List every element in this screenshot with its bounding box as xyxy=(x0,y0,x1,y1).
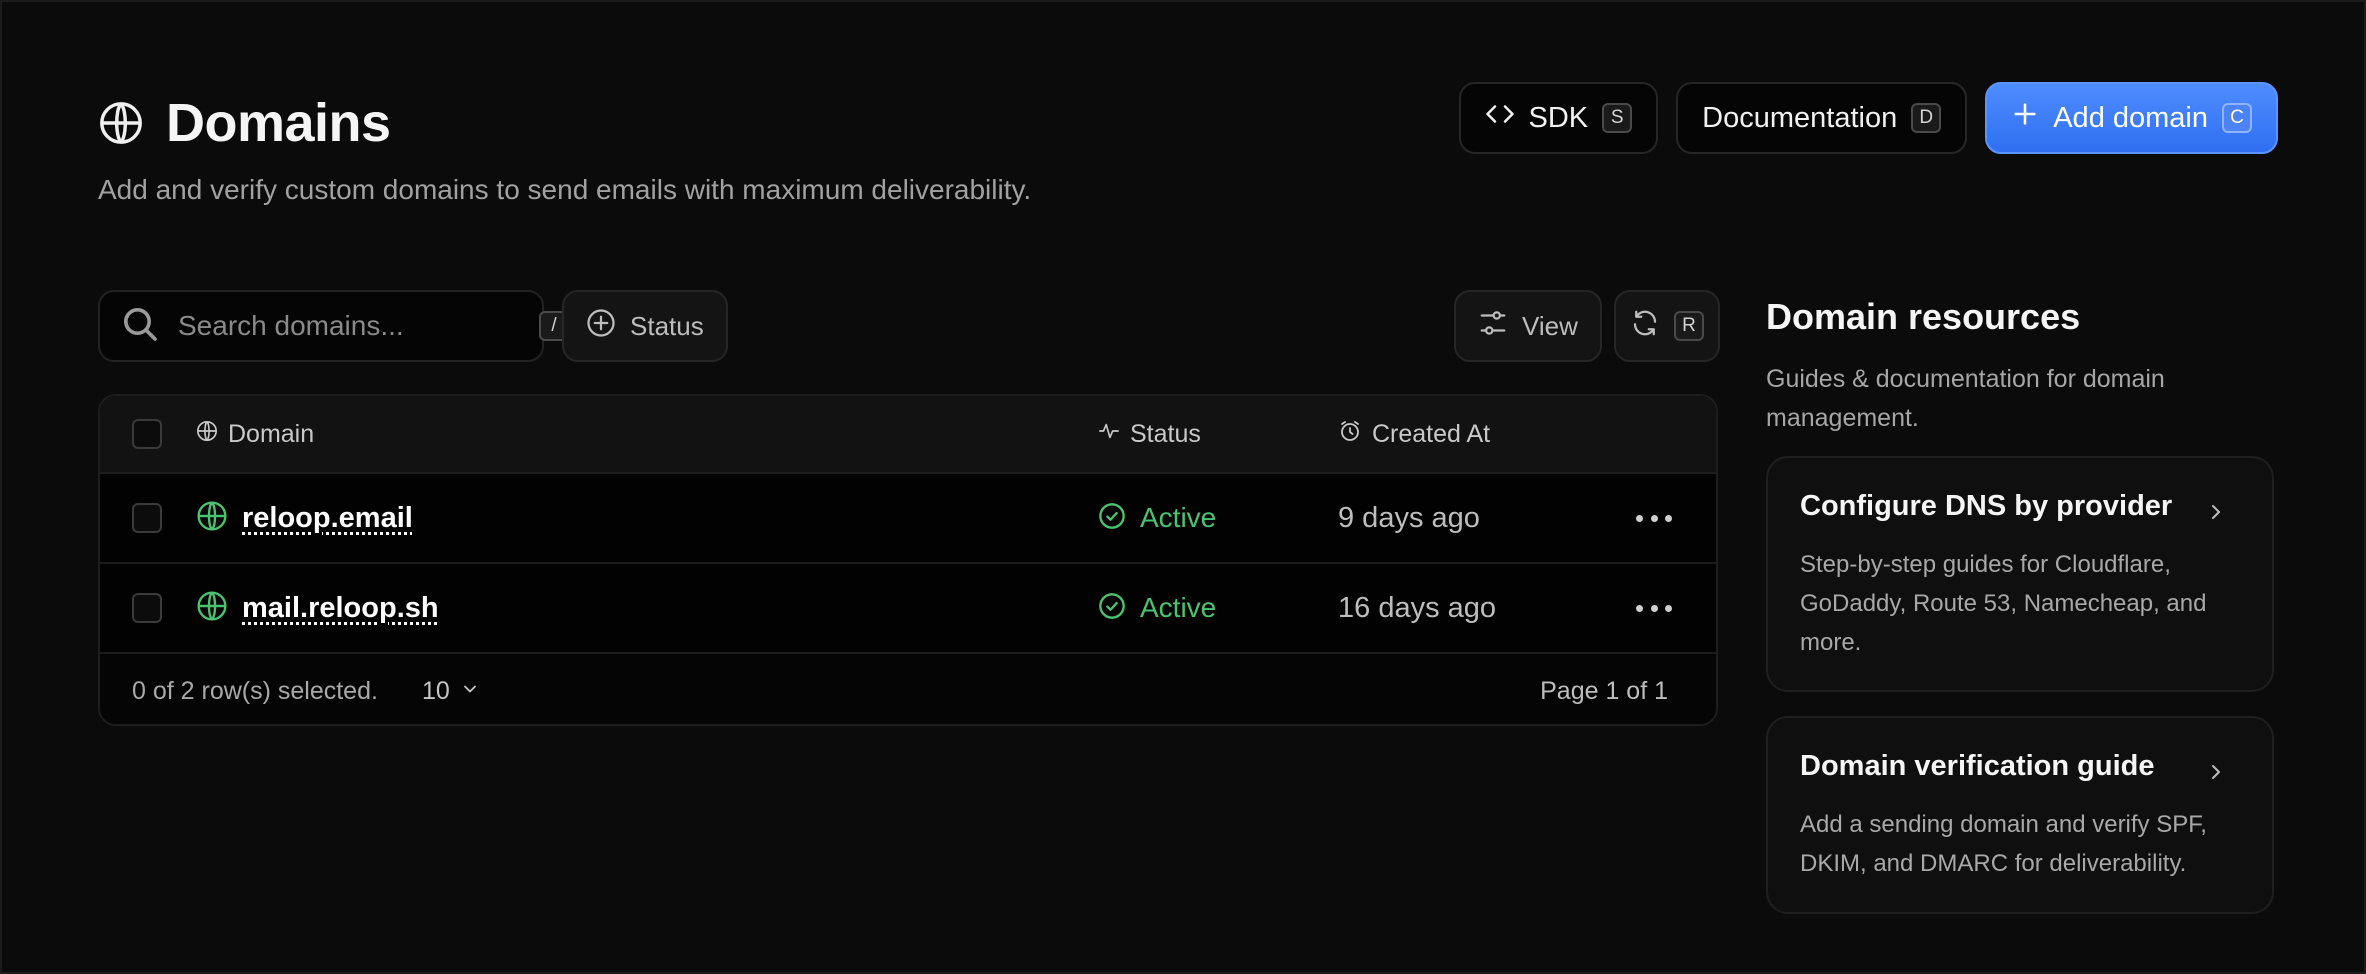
page-size-value: 10 xyxy=(422,676,450,705)
page-subtitle: Add and verify custom domains to send em… xyxy=(98,174,1032,205)
created-column-header[interactable]: Created At xyxy=(1338,419,1490,450)
status-badge: Active xyxy=(1140,592,1217,623)
globe-icon xyxy=(196,590,228,627)
table-row[interactable]: mail.reloop.sh Active 16 days ago xyxy=(100,562,1716,652)
status-cell: Active xyxy=(1098,502,1216,535)
card-title: Domain verification guide xyxy=(1800,750,2155,782)
refresh-icon xyxy=(1630,308,1660,345)
resources-panel: Domain resources Guides & documentation … xyxy=(1766,296,2274,914)
more-dot xyxy=(1636,514,1643,522)
search-icon xyxy=(120,304,160,349)
plus-icon xyxy=(2011,100,2039,136)
sdk-shortcut: S xyxy=(1602,103,1633,133)
domain-column-label: Domain xyxy=(228,419,315,448)
domain-verification-card[interactable]: Domain verification guide Add a sending … xyxy=(1766,716,2274,914)
plus-circle-icon xyxy=(586,308,616,345)
chevron-right-icon xyxy=(2204,760,2228,789)
page-indicator: Page 1 of 1 xyxy=(1540,676,1668,705)
more-dot xyxy=(1665,604,1672,612)
check-circle-icon xyxy=(1098,502,1126,535)
card-description: Add a sending domain and verify SPF, DKI… xyxy=(1800,811,2207,877)
created-column-label: Created At xyxy=(1372,419,1491,448)
more-dot xyxy=(1650,604,1658,612)
row-actions-button[interactable] xyxy=(1636,508,1672,528)
domain-link[interactable]: mail.reloop.sh xyxy=(242,592,439,625)
add-domain-shortcut: C xyxy=(2222,103,2252,133)
selection-count: 0 of 2 row(s) selected. xyxy=(132,676,378,705)
card-title: Configure DNS by provider xyxy=(1800,490,2173,522)
globe-icon xyxy=(196,420,218,449)
domain-link[interactable]: reloop.email xyxy=(242,502,413,535)
resources-title: Domain resources xyxy=(1766,296,2081,337)
add-domain-button[interactable]: Add domain C xyxy=(1985,82,2278,154)
globe-icon xyxy=(98,100,144,146)
row-checkbox[interactable] xyxy=(132,593,162,623)
created-at: 9 days ago xyxy=(1338,501,1480,534)
refresh-button[interactable]: R xyxy=(1614,290,1720,362)
created-cell: 9 days ago xyxy=(1338,502,1480,535)
check-circle-icon xyxy=(1098,592,1126,625)
chevron-right-icon xyxy=(2204,500,2228,529)
status-filter-button[interactable]: Status xyxy=(562,290,728,362)
page-size-select[interactable]: 10 xyxy=(422,677,480,706)
sdk-button[interactable]: SDK S xyxy=(1458,82,1659,154)
table-toolbar: / Status View R xyxy=(98,290,1720,362)
status-filter-label: Status xyxy=(630,310,704,341)
table-footer: 0 of 2 row(s) selected. 10 Page 1 of 1 xyxy=(100,652,1716,724)
documentation-button[interactable]: Documentation D xyxy=(1676,82,1968,154)
page-header: Domains Add and verify custom domains to… xyxy=(98,82,2278,206)
add-domain-label: Add domain xyxy=(2053,101,2208,134)
refresh-shortcut: R xyxy=(1674,311,1704,341)
more-dot xyxy=(1650,514,1658,522)
select-all-checkbox[interactable] xyxy=(132,419,162,449)
alarm-clock-icon xyxy=(1338,419,1362,450)
configure-dns-card[interactable]: Configure DNS by provider Step-by-step g… xyxy=(1766,456,2274,692)
resources-subtitle: Guides & documentation for domain manage… xyxy=(1766,365,2165,432)
more-dot xyxy=(1665,514,1672,522)
status-badge: Active xyxy=(1140,502,1217,533)
row-checkbox[interactable] xyxy=(132,503,162,533)
search-box: / xyxy=(98,290,569,362)
search-input[interactable] xyxy=(178,310,539,342)
table-header: Domain Status Created At xyxy=(100,396,1716,472)
sliders-icon xyxy=(1478,308,1508,345)
domain-cell: reloop.email xyxy=(196,500,413,537)
domain-cell: mail.reloop.sh xyxy=(196,590,439,627)
row-actions-button[interactable] xyxy=(1636,598,1672,618)
code-icon xyxy=(1485,99,1515,137)
status-column-header[interactable]: Status xyxy=(1098,420,1201,449)
page-title: Domains xyxy=(166,93,391,153)
header-actions: SDK S Documentation D Add domain C xyxy=(1458,82,2278,154)
view-button[interactable]: View xyxy=(1454,290,1602,362)
view-label: View xyxy=(1522,310,1578,341)
activity-icon xyxy=(1098,420,1120,449)
chevron-down-icon xyxy=(460,677,480,706)
created-cell: 16 days ago xyxy=(1338,592,1496,625)
sdk-label: SDK xyxy=(1528,101,1589,134)
documentation-label: Documentation xyxy=(1702,101,1898,134)
more-dot xyxy=(1636,604,1643,612)
domain-column-header[interactable]: Domain xyxy=(196,420,314,449)
globe-icon xyxy=(196,500,228,537)
table-row[interactable]: reloop.email Active 9 days ago xyxy=(100,472,1716,562)
created-at: 16 days ago xyxy=(1338,591,1497,624)
status-column-label: Status xyxy=(1130,419,1201,448)
card-description: Step-by-step guides for Cloudflare, GoDa… xyxy=(1800,551,2207,656)
documentation-shortcut: D xyxy=(1911,103,1942,133)
domains-table: Domain Status Created At reloop.email Ac… xyxy=(98,394,1718,726)
status-cell: Active xyxy=(1098,592,1216,625)
